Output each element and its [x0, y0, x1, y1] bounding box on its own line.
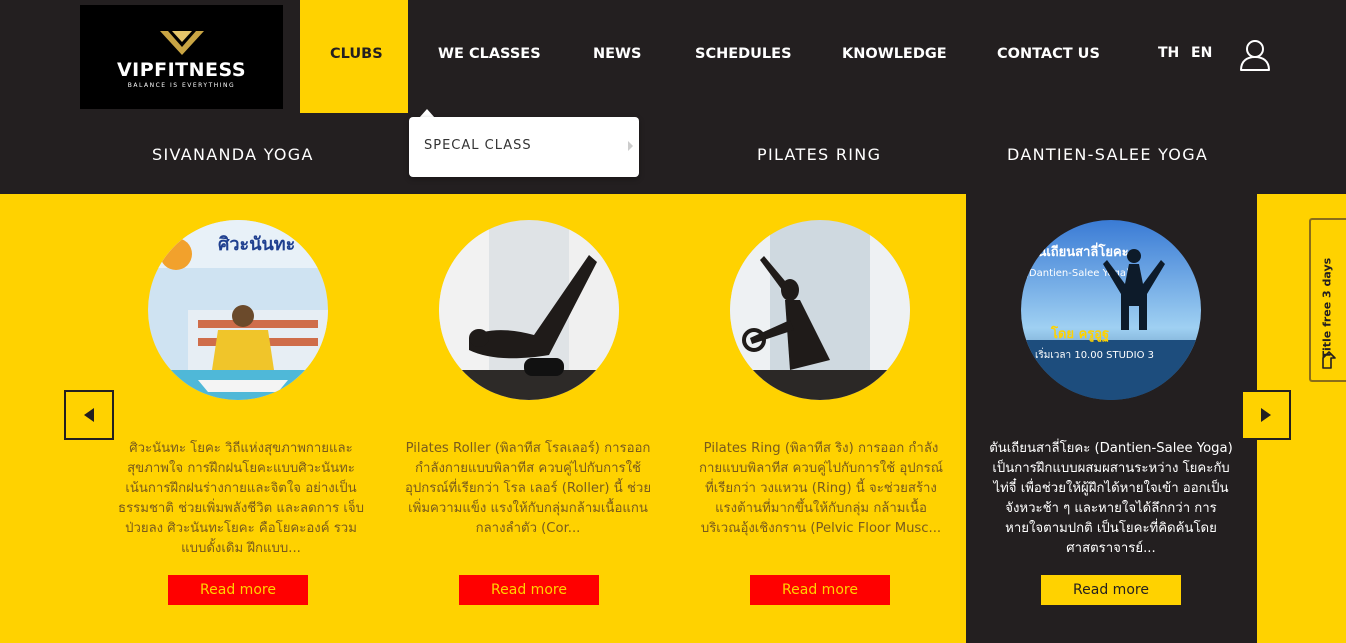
card-image-dantien-salee[interactable]: ตันเถียนสาลี่โยคะ (Dantien-Salee Yoga) โ…: [1021, 220, 1201, 400]
read-more-button[interactable]: Read more: [459, 575, 599, 605]
dantien-image-teacher: โดย ครูอูฐ: [1050, 325, 1109, 343]
class-carousel: ศิวะนันทะ โยคะ: [0, 194, 1346, 643]
read-more-button[interactable]: Read more: [750, 575, 890, 605]
pilates-ring-photo-icon: [730, 220, 910, 400]
user-icon[interactable]: [1238, 38, 1272, 72]
arrow-right-icon: [1261, 408, 1271, 422]
card-image-sivananda[interactable]: ศิวะนันทะ โยคะ: [148, 220, 328, 400]
read-more-button[interactable]: Read more: [1041, 575, 1181, 605]
brand-tagline: BALANCE IS EVERYTHING: [127, 82, 236, 89]
lang-th[interactable]: TH: [1158, 45, 1179, 61]
sivananda-image-title: ศิวะนันทะ โยคะ: [218, 233, 328, 255]
submenu-dantien-salee-yoga[interactable]: DANTIEN-SALEE YOGA: [1007, 145, 1208, 164]
sivananda-photo-icon: ศิวะนันทะ โยคะ: [148, 220, 328, 400]
chevron-right-icon: [628, 141, 633, 151]
card-image-pilates-ring[interactable]: [730, 220, 910, 400]
card-description-sivananda: ศิวะนันทะ โยคะ วิถีแห่งสุขภาพกายและ สุขภ…: [118, 441, 364, 556]
logo[interactable]: VIPFITNESS BALANCE IS EVERYTHING: [80, 5, 283, 109]
dropdown-menu[interactable]: SPECAL CLASS: [409, 117, 639, 177]
nav-knowledge[interactable]: KNOWLEDGE: [842, 46, 947, 62]
card-description-dantien-salee: ตันเถียนสาลี่โยคะ (Dantien-Salee Yoga) เ…: [989, 441, 1233, 556]
nav-we-classes[interactable]: WE CLASSES: [438, 46, 541, 62]
card-image-pilates-roller[interactable]: [439, 220, 619, 400]
free-trial-tab[interactable]: Title free 3 days: [1309, 218, 1346, 382]
nav-contact-us[interactable]: CONTACT US: [997, 46, 1100, 62]
dantien-salee-photo-icon: ตันเถียนสาลี่โยคะ (Dantien-Salee Yoga) โ…: [1021, 220, 1201, 400]
submenu-pilates-ring[interactable]: PILATES RING: [757, 145, 881, 164]
pilates-roller-photo-icon: [439, 220, 619, 400]
nav-clubs[interactable]: CLUBS: [330, 46, 383, 62]
carousel-prev-button[interactable]: [64, 390, 114, 440]
site-header: VIPFITNESS BALANCE IS EVERYTHING CLUBS W…: [0, 0, 1346, 113]
dropdown-item-special-class[interactable]: SPECAL CLASS: [424, 138, 532, 153]
dantien-image-time: เริ่มเวลา 10.00 STUDIO 3: [1035, 347, 1154, 361]
carousel-next-button[interactable]: [1241, 390, 1291, 440]
pointer-hand-icon: [1322, 351, 1336, 369]
nav-schedules[interactable]: SCHEDULES: [695, 46, 792, 62]
nav-news[interactable]: NEWS: [593, 46, 641, 62]
card-description-pilates-roller: Pilates Roller (พิลาทีส โรลเลอร์) การออก…: [404, 441, 652, 536]
logo-mark-icon: [159, 31, 204, 55]
submenu-sivananda-yoga[interactable]: SIVANANDA YOGA: [152, 145, 314, 164]
arrow-left-icon: [84, 408, 94, 422]
brand-name: VIPFITNESS: [116, 59, 247, 81]
card-description-pilates-ring: Pilates Ring (พิลาทีส ริง) การออก กำลังก…: [699, 441, 943, 536]
lang-en[interactable]: EN: [1191, 45, 1212, 61]
free-trial-label: Title free 3 days: [1320, 257, 1334, 359]
read-more-button[interactable]: Read more: [168, 575, 308, 605]
